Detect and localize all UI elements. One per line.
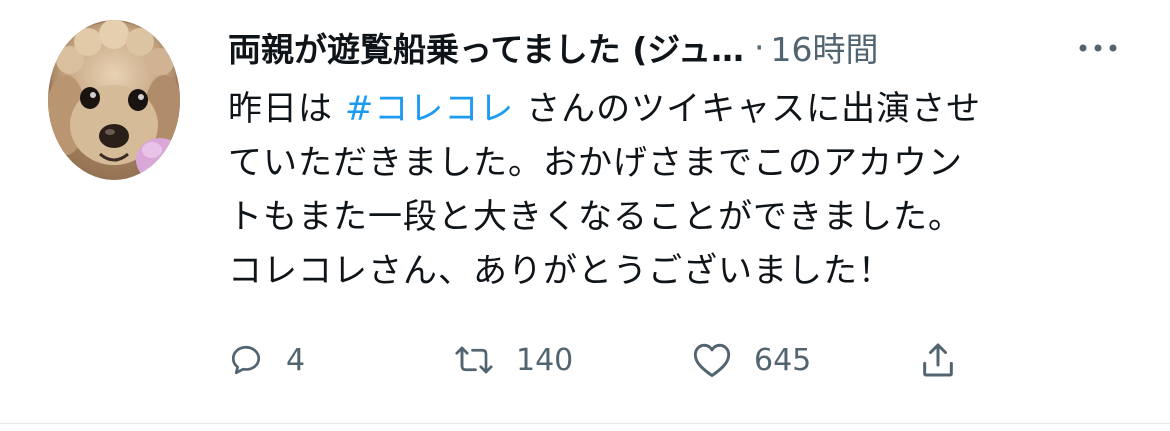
more-horizontal-icon bbox=[1079, 44, 1117, 52]
retweet-icon bbox=[455, 346, 493, 374]
reply-icon bbox=[231, 345, 261, 375]
reply-button[interactable]: 4 bbox=[228, 332, 305, 388]
tweet-text-line: 昨日は #コレコレ さんのツイキャスに出演させ bbox=[228, 82, 1138, 136]
tweet-actions: 4 140 645 bbox=[228, 332, 988, 388]
display-name[interactable]: 両親が遊覧船乗ってました (ジュ… bbox=[228, 23, 744, 71]
heart-icon bbox=[693, 343, 731, 378]
like-button[interactable]: 645 bbox=[692, 332, 811, 388]
like-count: 645 bbox=[754, 342, 812, 378]
tweet-text-line: ていただきました。おかげさまでこのアカウン bbox=[228, 143, 963, 183]
tweet-divider bbox=[0, 423, 1170, 424]
tweet-text-line: トもまた一段と大きくなることができました。 bbox=[228, 197, 963, 237]
hashtag-link[interactable]: #コレコレ bbox=[345, 89, 515, 129]
timestamp[interactable]: 16時間 bbox=[770, 23, 878, 71]
share-icon bbox=[923, 343, 953, 377]
more-button[interactable] bbox=[1070, 28, 1126, 68]
text-segment: 昨日は bbox=[228, 89, 345, 129]
avatar[interactable] bbox=[48, 20, 180, 180]
text-segment: さんのツイキャスに出演させ bbox=[514, 89, 982, 129]
retweet-count: 140 bbox=[516, 342, 574, 378]
tweet-text: 昨日は #コレコレ さんのツイキャスに出演させ ていただきました。おかげさまでこ… bbox=[228, 82, 1138, 298]
tweet-header: 両親が遊覧船乗ってました (ジュ… · 16時間 bbox=[228, 22, 1128, 72]
tweet-text-line: コレコレさん、ありがとうございました！ bbox=[228, 251, 893, 291]
retweet-button[interactable]: 140 bbox=[454, 332, 573, 388]
reply-count: 4 bbox=[286, 342, 306, 378]
share-button[interactable] bbox=[918, 332, 958, 388]
separator-dot: · bbox=[753, 27, 765, 67]
tweet[interactable]: 両親が遊覧船乗ってました (ジュ… · 16時間 昨日は #コレコレ さんのツイ… bbox=[0, 0, 1170, 423]
avatar-dog-image bbox=[48, 20, 180, 180]
